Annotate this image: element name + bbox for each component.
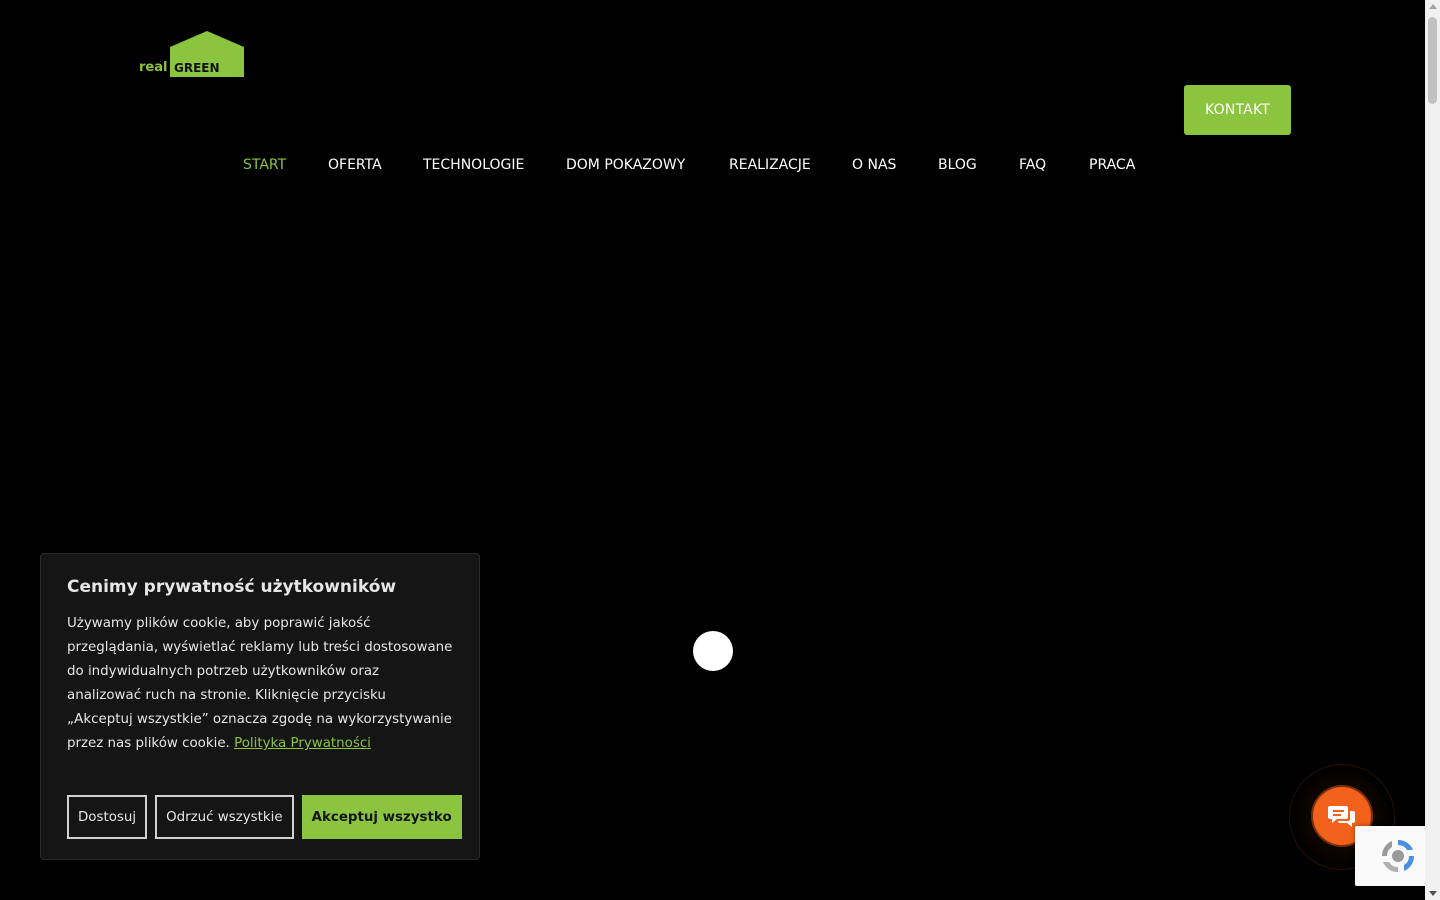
recaptcha-icon (1381, 839, 1414, 873)
nav-item-oferta[interactable]: OFERTA (328, 155, 382, 175)
nav-item-o-nas[interactable]: O NAS (852, 155, 896, 175)
scroll-down-arrow-icon[interactable] (1429, 891, 1437, 896)
logo-green-text: GREEN (174, 61, 220, 75)
nav-item-praca[interactable]: PRACA (1089, 155, 1135, 175)
logo-real-text: real (139, 60, 168, 75)
nav-item-realizacje[interactable]: REALIZACJE (729, 155, 811, 175)
contact-button[interactable]: KONTAKT (1184, 85, 1291, 135)
main-nav: START OFERTA TECHNOLOGIE DOM POKAZOWY RE… (0, 155, 1425, 175)
nav-item-dom-pokazowy[interactable]: DOM POKAZOWY (566, 155, 685, 175)
loading-indicator (693, 631, 733, 671)
cookie-consent-panel: Cenimy prywatność użytkowników Używamy p… (40, 553, 480, 860)
chat-bubbles-icon (1328, 806, 1355, 827)
privacy-policy-link[interactable]: Polityka Prywatności (234, 736, 371, 751)
scroll-thumb[interactable] (1428, 17, 1437, 104)
cookie-body-text: Używamy plików cookie, aby poprawić jako… (67, 616, 453, 751)
cookie-description: Używamy plików cookie, aby poprawić jako… (67, 612, 453, 756)
page-scrollbar[interactable] (1425, 0, 1440, 900)
nav-item-start[interactable]: START (243, 155, 286, 175)
nav-item-faq[interactable]: FAQ (1019, 155, 1046, 175)
accept-all-button[interactable]: Akceptuj wszystko (301, 795, 462, 839)
cookie-title: Cenimy prywatność użytkowników (67, 577, 397, 597)
customize-button[interactable]: Dostosuj (67, 795, 148, 839)
nav-item-technologie[interactable]: TECHNOLOGIE (423, 155, 524, 175)
cookie-buttons: Dostosuj Odrzuć wszystkie Akceptuj wszys… (67, 795, 462, 839)
reject-all-button[interactable]: Odrzuć wszystkie (155, 795, 294, 839)
site-logo[interactable]: real GREEN (139, 31, 245, 79)
nav-item-blog[interactable]: BLOG (938, 155, 977, 175)
scroll-up-arrow-icon[interactable] (1429, 4, 1437, 9)
